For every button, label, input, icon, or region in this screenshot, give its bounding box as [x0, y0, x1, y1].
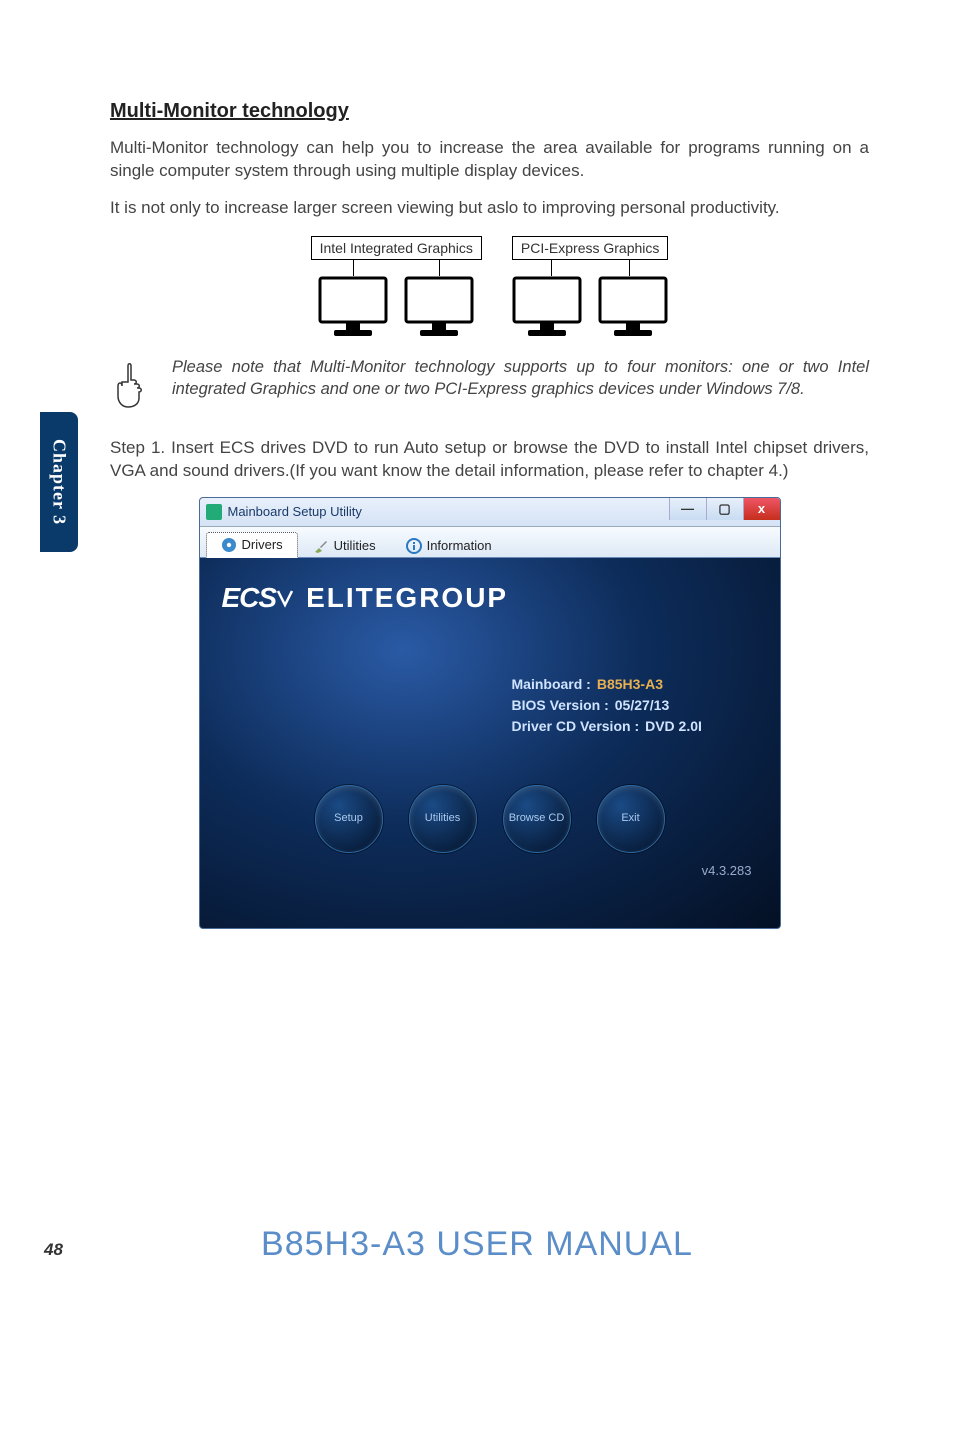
paragraph-2: It is not only to increase larger screen… — [110, 197, 869, 220]
tab-utilities[interactable]: Utilities — [298, 533, 391, 558]
close-button[interactable]: x — [743, 498, 780, 520]
disc-icon — [221, 537, 237, 553]
footer: B85H3-A3 USER MANUAL — [0, 1225, 954, 1264]
diagram-label-intel: Intel Integrated Graphics — [311, 236, 482, 260]
logo-elitegroup: ELITEGROUP — [306, 582, 508, 614]
app-icon — [206, 504, 222, 520]
monitor-icon — [404, 276, 474, 338]
connector-line — [629, 260, 630, 276]
info-row-bios: BIOS Version : 05/27/13 — [512, 695, 758, 716]
connector-line — [439, 260, 440, 276]
diagram-connectors-right — [512, 260, 668, 276]
cd-value: DVD 2.0I — [645, 716, 702, 737]
chapter-tab: Chapter 3 — [40, 412, 78, 552]
utilities-button[interactable]: Utilities — [409, 785, 477, 853]
tab-drivers[interactable]: Drivers — [206, 532, 298, 558]
system-info: Mainboard : B85H3-A3 BIOS Version : 05/2… — [512, 674, 758, 737]
manual-title: B85H3-A3 USER MANUAL — [0, 1225, 954, 1264]
multi-monitor-diagram: Intel Integrated Graphics PCI-Express Gr… — [110, 236, 869, 338]
exit-button[interactable]: Exit — [597, 785, 665, 853]
button-label: Exit — [621, 812, 639, 825]
diagram-label-pcie: PCI-Express Graphics — [512, 236, 668, 260]
pointing-hand-icon — [110, 360, 156, 415]
page-number: 48 — [44, 1240, 63, 1260]
bios-value: 05/27/13 — [615, 695, 670, 716]
button-label: Browse CD — [509, 812, 565, 825]
tab-label: Drivers — [242, 537, 283, 552]
connector-line — [353, 260, 354, 276]
diagram-connectors-left — [311, 260, 482, 276]
maximize-button[interactable]: ▢ — [706, 498, 743, 520]
paragraph-1: Multi-Monitor technology can help you to… — [110, 137, 869, 183]
bios-label: BIOS Version : — [512, 695, 609, 716]
version-label: v4.3.283 — [222, 863, 758, 878]
titlebar: Mainboard Setup Utility — ▢ x — [200, 498, 780, 527]
tab-label: Information — [427, 538, 492, 553]
brush-icon — [313, 538, 329, 554]
mainboard-label: Mainboard : — [512, 674, 591, 695]
button-label: Utilities — [425, 812, 460, 825]
diagram-group-pcie: PCI-Express Graphics — [512, 236, 668, 338]
monitor-icon — [598, 276, 668, 338]
setup-button[interactable]: Setup — [315, 785, 383, 853]
logo-ecs-text: ECS — [222, 582, 277, 614]
app-body: ECS ELITEGROUP Mainboard : B85H3-A3 BIOS… — [200, 558, 780, 928]
info-row-mainboard: Mainboard : B85H3-A3 — [512, 674, 758, 695]
button-label: Setup — [334, 812, 363, 825]
connector-line — [551, 260, 552, 276]
chapter-tab-label: Chapter 3 — [49, 439, 70, 525]
note-block: Please note that Multi-Monitor technolog… — [110, 356, 869, 415]
action-buttons: Setup Utilities Browse CD Exit — [222, 785, 758, 853]
logo: ECS ELITEGROUP — [222, 582, 758, 614]
diagram-group-intel: Intel Integrated Graphics — [311, 236, 482, 338]
diagram-monitors-right — [512, 276, 668, 338]
setup-utility-window: Mainboard Setup Utility — ▢ x Drivers Ut… — [199, 497, 781, 929]
section-title: Multi-Monitor technology — [110, 100, 869, 123]
info-row-cd: Driver CD Version : DVD 2.0I — [512, 716, 758, 737]
cd-label: Driver CD Version : — [512, 716, 640, 737]
window-title: Mainboard Setup Utility — [228, 504, 362, 519]
logo-ecs: ECS — [222, 582, 297, 614]
monitor-icon — [318, 276, 388, 338]
mainboard-value: B85H3-A3 — [597, 674, 663, 695]
info-icon — [406, 538, 422, 554]
diagram-monitors-left — [318, 276, 474, 338]
browse-cd-button[interactable]: Browse CD — [503, 785, 571, 853]
monitor-icon — [512, 276, 582, 338]
tab-information[interactable]: Information — [391, 533, 507, 558]
tab-bar: Drivers Utilities Information — [200, 527, 780, 558]
step-1-text: Step 1. Insert ECS drives DVD to run Aut… — [110, 437, 869, 483]
tab-label: Utilities — [334, 538, 376, 553]
window-controls: — ▢ x — [669, 498, 780, 520]
note-text: Please note that Multi-Monitor technolog… — [172, 356, 869, 401]
minimize-button[interactable]: — — [669, 498, 706, 520]
